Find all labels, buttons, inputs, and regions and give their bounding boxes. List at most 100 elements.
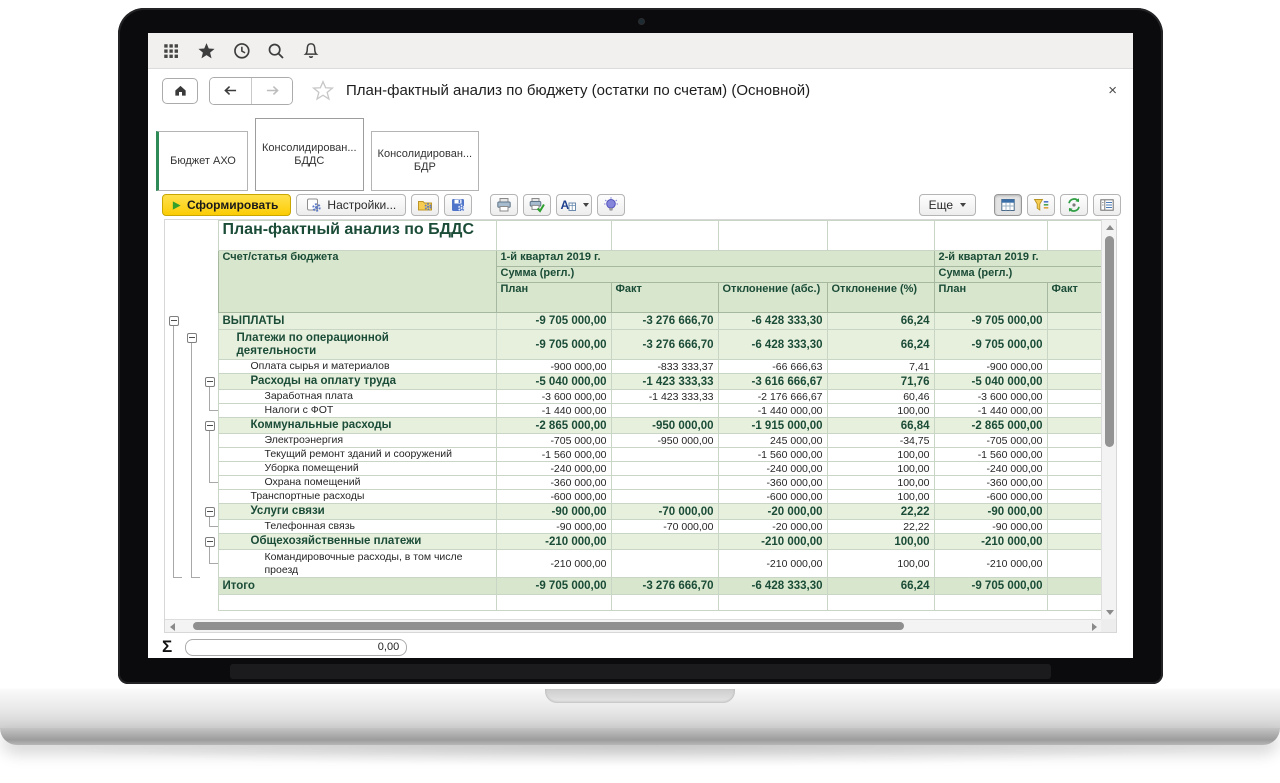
row-value-cell: -90 000,00 xyxy=(496,520,611,534)
star-icon[interactable] xyxy=(196,41,216,61)
history-icon[interactable] xyxy=(231,41,251,61)
table-row[interactable]: Расходы на оплату труда-5 040 000,00-1 4… xyxy=(165,374,1101,390)
table-row[interactable]: Командировочные расходы, в том числе про… xyxy=(165,550,1101,578)
format-a-button[interactable]: A xyxy=(556,194,592,216)
row-value-cell: 66,84 xyxy=(827,418,934,434)
tree-line xyxy=(173,374,174,390)
tab-1[interactable]: Бюджет АХО xyxy=(156,131,248,191)
table-row[interactable]: Телефонная связь-90 000,00-70 000,00-20 … xyxy=(165,520,1101,534)
table-header-button[interactable] xyxy=(994,194,1022,216)
load-settings-icon xyxy=(417,197,433,213)
col-header-sum-q1: Сумма (регл.) xyxy=(496,267,934,283)
table-row[interactable]: Текущий ремонт зданий и сооружений-1 560… xyxy=(165,448,1101,462)
row-value-cell: -9 705 000,00 xyxy=(934,313,1047,330)
laptop-hinge xyxy=(230,664,1051,679)
row-value-cell xyxy=(611,550,718,578)
table-row[interactable]: Итого-9 705 000,00-3 276 666,70-6 428 33… xyxy=(165,578,1101,595)
actions-toolbar: Сформировать Настройки... A Еще xyxy=(148,192,1133,218)
row-value-cell: -900 000,00 xyxy=(496,360,611,374)
row-name-cell: Текущий ремонт зданий и сооружений xyxy=(218,448,496,462)
table-row[interactable]: Налоги с ФОТ-1 440 000,00-1 440 000,0010… xyxy=(165,404,1101,418)
collapse-toggle[interactable] xyxy=(205,537,215,547)
tab-3[interactable]: Консолидирован... БДР xyxy=(371,131,480,191)
row-name-cell: Электроэнергия xyxy=(218,434,496,448)
horizontal-scrollbar[interactable] xyxy=(165,619,1101,632)
table-row[interactable]: Заработная плата-3 600 000,00-1 423 333,… xyxy=(165,390,1101,404)
collapse-toggle[interactable] xyxy=(187,333,197,343)
more-button[interactable]: Еще xyxy=(919,194,976,216)
row-value-cell: -9 705 000,00 xyxy=(496,578,611,595)
favorite-star-icon[interactable] xyxy=(312,80,334,101)
app-screen: План-фактный анализ по бюджету (остатки … xyxy=(148,33,1133,658)
tab-label: Консолидирован... БДДС xyxy=(262,142,357,168)
scroll-down-arrow[interactable] xyxy=(1106,610,1114,615)
close-icon[interactable]: × xyxy=(1108,82,1119,99)
row-value-cell: 100,00 xyxy=(827,448,934,462)
table-row[interactable]: Оплата сырья и материалов-900 000,00-833… xyxy=(165,360,1101,374)
row-value-cell: 100,00 xyxy=(827,462,934,476)
row-value-cell: 7,41 xyxy=(827,360,934,374)
panel-list-icon xyxy=(1099,197,1115,213)
tab-2[interactable]: Консолидирован... БДДС xyxy=(255,118,364,191)
scroll-right-arrow[interactable] xyxy=(1092,623,1097,631)
table-row[interactable]: Коммунальные расходы-2 865 000,00-950 00… xyxy=(165,418,1101,434)
refresh-button[interactable] xyxy=(1060,194,1088,216)
row-value-cell: -600 000,00 xyxy=(934,490,1047,504)
panel-list-button[interactable] xyxy=(1093,194,1121,216)
row-value-cell: -1 440 000,00 xyxy=(718,404,827,418)
collapse-toggle[interactable] xyxy=(205,377,215,387)
row-value-cell: -210 000,00 xyxy=(718,550,827,578)
scroll-up-arrow[interactable] xyxy=(1106,225,1114,230)
row-value-cell: -240 000,00 xyxy=(934,462,1047,476)
laptop-base xyxy=(0,688,1280,729)
table-row[interactable]: Электроэнергия-705 000,00-950 000,00245 … xyxy=(165,434,1101,448)
lightbulb-button[interactable] xyxy=(597,194,625,216)
table-row[interactable]: Уборка помещений-240 000,00-240 000,0010… xyxy=(165,462,1101,476)
tree-line xyxy=(173,504,174,520)
table-row[interactable]: Услуги связи-90 000,00-70 000,00-20 000,… xyxy=(165,504,1101,520)
tree-line xyxy=(191,404,192,418)
sum-field[interactable] xyxy=(185,639,407,656)
tree-line xyxy=(173,434,174,448)
row-value-cell xyxy=(1047,313,1101,330)
table-row[interactable]: ВЫПЛАТЫ-9 705 000,00-3 276 666,70-6 428 … xyxy=(165,313,1101,330)
bell-icon[interactable] xyxy=(301,41,321,61)
col-header-plan-q2: План xyxy=(934,283,1047,313)
collapse-toggle[interactable] xyxy=(205,507,215,517)
forward-button[interactable] xyxy=(251,78,292,104)
table-row[interactable]: Транспортные расходы-600 000,00-600 000,… xyxy=(165,490,1101,504)
search-icon[interactable] xyxy=(266,41,286,61)
home-button[interactable] xyxy=(162,78,198,104)
arrow-left-icon xyxy=(223,84,238,97)
print-button[interactable] xyxy=(490,194,518,216)
tree-cell xyxy=(165,578,218,595)
row-value-cell: -66 666,63 xyxy=(718,360,827,374)
print-check-button[interactable] xyxy=(523,194,551,216)
lightbulb-icon xyxy=(603,197,619,213)
filter-button[interactable] xyxy=(1027,194,1055,216)
tree-cell xyxy=(165,313,218,330)
row-value-cell xyxy=(1047,476,1101,490)
generate-button[interactable]: Сформировать xyxy=(162,194,291,216)
horizontal-scroll-thumb[interactable] xyxy=(193,622,904,630)
laptop-shadow xyxy=(40,745,1240,767)
col-header-dev-abs: Отклонение (абс.) xyxy=(718,283,827,313)
vertical-scroll-thumb[interactable] xyxy=(1105,236,1114,447)
save-settings-button[interactable] xyxy=(444,194,472,216)
tree-line xyxy=(191,448,192,462)
vertical-scrollbar[interactable] xyxy=(1101,220,1116,619)
row-value-cell: -1 440 000,00 xyxy=(496,404,611,418)
tree-line xyxy=(173,448,174,462)
collapse-toggle[interactable] xyxy=(169,316,179,326)
settings-button[interactable]: Настройки... xyxy=(296,194,406,216)
table-row[interactable]: Платежи по операционной деятельности-9 7… xyxy=(165,330,1101,360)
table-row[interactable]: Общехозяйственные платежи-210 000,00-210… xyxy=(165,534,1101,550)
row-value-cell: 100,00 xyxy=(827,550,934,578)
load-settings-button[interactable] xyxy=(411,194,439,216)
scroll-left-arrow[interactable] xyxy=(170,623,175,631)
table-row[interactable]: Охрана помещений-360 000,00-360 000,0010… xyxy=(165,476,1101,490)
apps-grid-icon[interactable] xyxy=(161,41,181,61)
back-button[interactable] xyxy=(210,78,251,104)
row-value-cell: -6 428 333,30 xyxy=(718,330,827,360)
collapse-toggle[interactable] xyxy=(205,421,215,431)
